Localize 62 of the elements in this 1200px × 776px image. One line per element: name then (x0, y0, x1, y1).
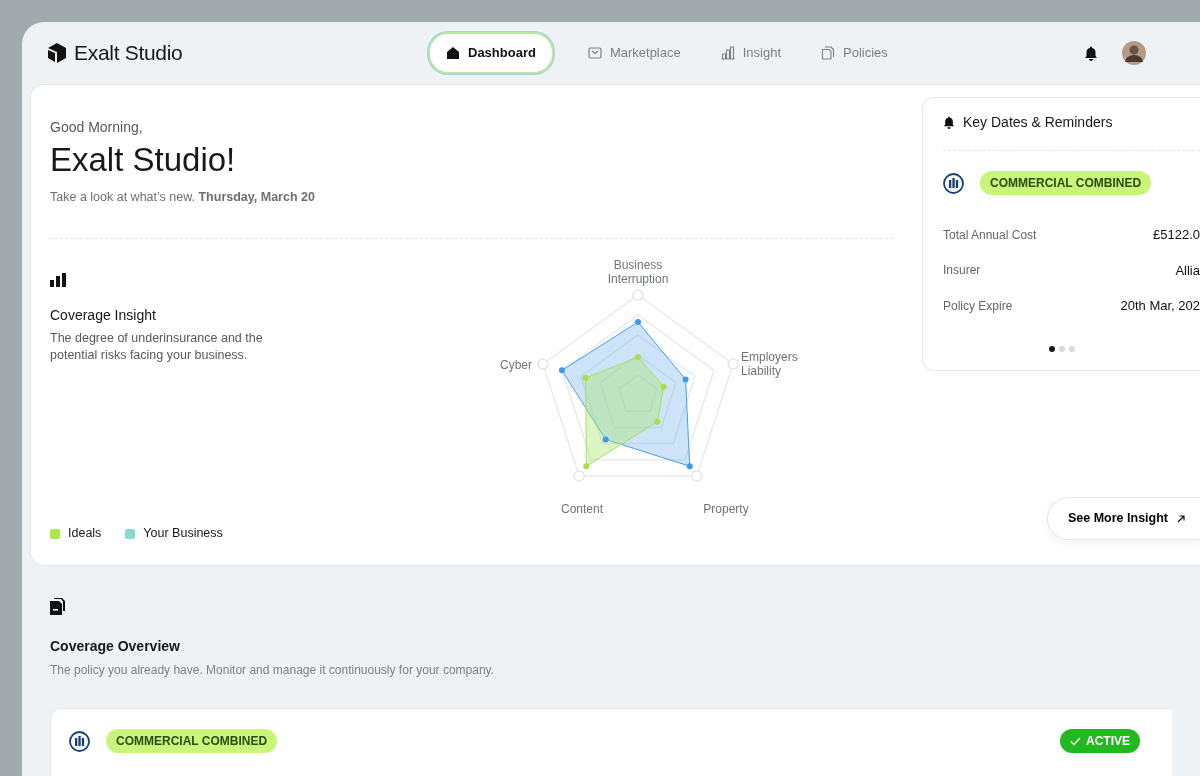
arrow-icon (1176, 513, 1186, 524)
data-point (635, 319, 641, 326)
legend-label: Your Business (143, 525, 223, 543)
bell-icon (943, 116, 955, 129)
section-description: The policy you already have. Monitor and manage it continuously for your company. (50, 662, 496, 679)
avatar[interactable] (1122, 41, 1146, 65)
data-point (583, 463, 590, 470)
brand-name: Exalt Studio (74, 40, 183, 67)
axis-label: Business Interruption (606, 259, 670, 286)
nav-tab[interactable]: Dashboard (428, 32, 554, 74)
row-label: Insurer (943, 262, 981, 280)
data-point (686, 463, 693, 470)
axis-node (537, 358, 549, 371)
bar-chart-icon (50, 273, 66, 288)
check-icon (1070, 736, 1081, 746)
policy-tag: COMMERCIAL COMBINED (106, 729, 278, 753)
insurer-logo-icon (69, 730, 90, 752)
data-point (602, 436, 609, 443)
row-label: Policy Expire (943, 297, 1013, 315)
axis-node (573, 470, 585, 482)
axis-node (727, 358, 739, 371)
row-label: Total Annual Cost (943, 226, 1037, 244)
bar-chart-icon (720, 46, 735, 60)
home-icon (446, 46, 460, 60)
greeting-text: Good Morning, (50, 118, 144, 137)
data-point (654, 419, 661, 426)
axis-label: Content (560, 503, 604, 517)
axis-label: Property (702, 503, 750, 517)
nav-tab[interactable]: Policies (805, 32, 904, 74)
section-title: Coverage Insight (50, 306, 157, 326)
data-point (682, 376, 689, 383)
documents-icon (821, 46, 836, 60)
page-dot[interactable] (1048, 346, 1055, 352)
axis-label: Employers Liability (741, 351, 799, 378)
card-title: Key Dates & Reminders (963, 113, 1113, 132)
axis-node (691, 470, 703, 482)
section-title: Coverage Overview (50, 637, 181, 656)
page-dot[interactable] (1058, 346, 1065, 352)
bell-icon[interactable] (1084, 45, 1098, 61)
documents-icon (50, 598, 65, 616)
legend-label: Ideals (68, 525, 102, 543)
row-value: Allia (1175, 261, 1200, 280)
insurer-logo-icon (943, 172, 964, 194)
axis-node (632, 289, 644, 302)
data-point (660, 384, 667, 390)
policy-tag: COMMERCIAL COMBINED (980, 171, 1152, 195)
data-point (582, 375, 589, 382)
data-point (558, 367, 565, 374)
nav-tab[interactable]: Marketplace (571, 32, 697, 74)
logo-icon (48, 43, 66, 63)
see-more-button[interactable]: See More Insight (1046, 497, 1200, 540)
inbox-icon (587, 46, 602, 60)
status-badge: ACTIVE (1060, 729, 1140, 753)
nav-tab[interactable]: Insight (704, 32, 798, 74)
company-heading: Exalt Studio! (50, 140, 237, 180)
row-value: 20th Mar, 202 (1120, 297, 1200, 315)
page-dot[interactable] (1068, 346, 1075, 352)
axis-label: Cyber (499, 359, 532, 373)
row-value: £5122.0 (1153, 226, 1200, 244)
data-point (635, 354, 641, 361)
subtitle-text: Take a look at what’s new. Thursday, March 20 (50, 188, 316, 206)
section-description: The degree of underinsurance and the potential risks facing your business. (50, 330, 264, 365)
